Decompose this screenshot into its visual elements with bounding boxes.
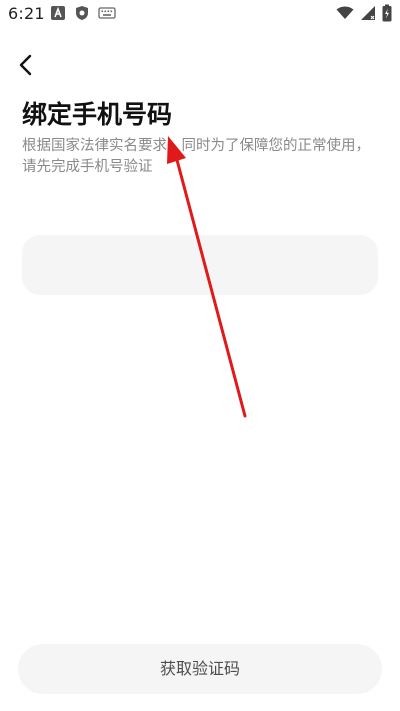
notification-a-icon [50,5,66,21]
signal-icon [360,5,376,25]
phone-number-input[interactable] [22,235,378,295]
page-subtitle: 根据国家法律实名要求，同时为了保障您的正常使用，请先完成手机号验证 [22,138,370,175]
page-title: 绑定手机号码 [22,100,173,129]
back-button[interactable] [14,52,40,78]
shield-icon [74,5,90,21]
status-time: 6:21 [8,4,45,23]
status-bar: 6:21 [0,0,400,28]
phone-input-container[interactable] [22,235,378,295]
status-left-icons [50,5,116,21]
get-verification-code-button[interactable]: 获取验证码 [18,644,382,694]
wifi-icon [336,5,354,25]
chevron-left-icon [14,54,40,82]
status-right-icons [336,4,392,26]
keyboard-icon [98,5,116,21]
battery-charging-icon [382,4,392,26]
